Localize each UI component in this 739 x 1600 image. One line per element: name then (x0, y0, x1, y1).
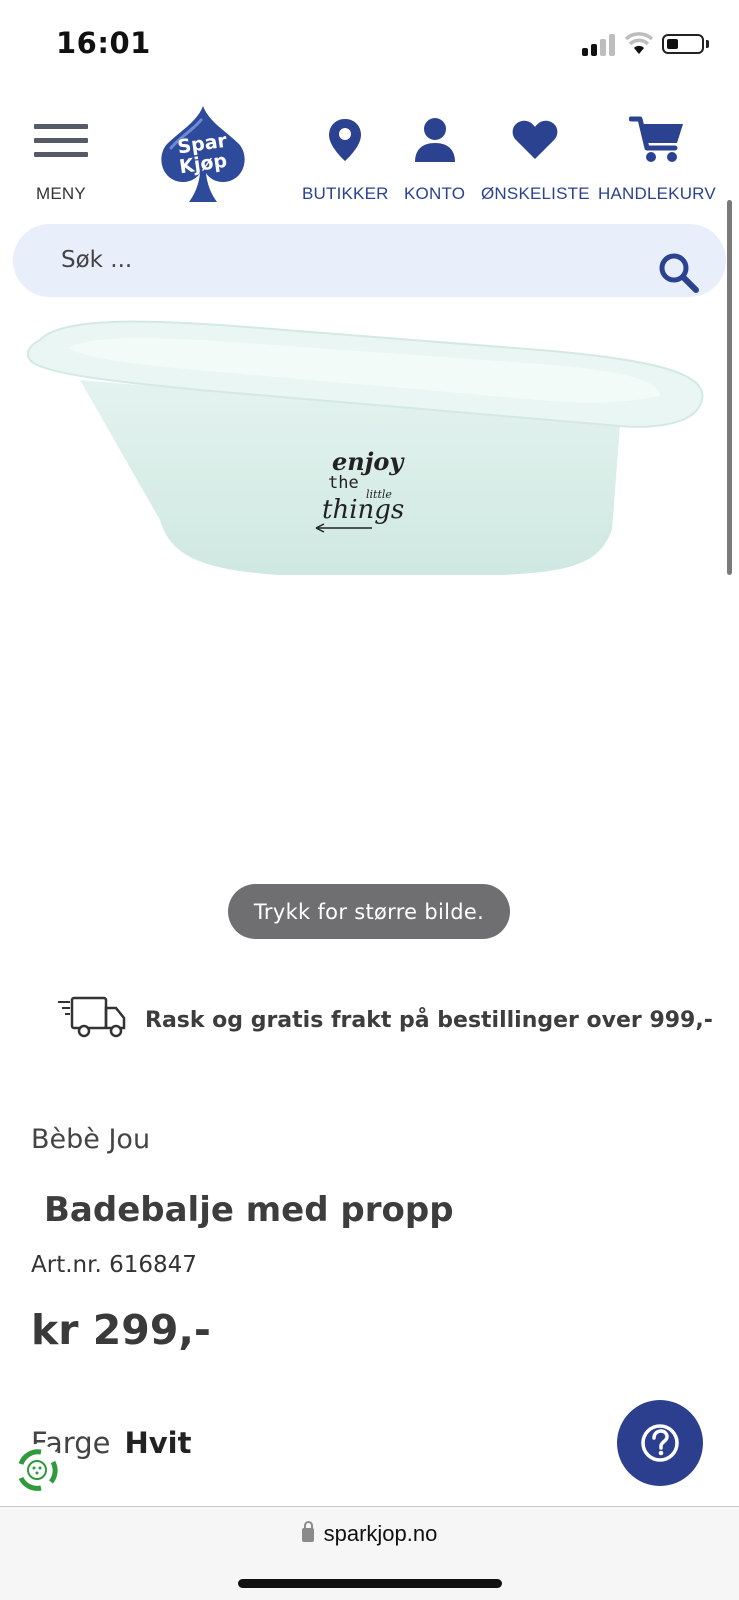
product-title: Badebalje med propp (44, 1190, 454, 1230)
battery-icon (662, 34, 704, 54)
shipping-text: Rask og gratis frakt på bestillinger ove… (145, 1008, 713, 1033)
delivery-truck-icon (58, 996, 126, 1038)
cart-icon (628, 100, 685, 180)
svg-text:enjoy: enjoy (332, 447, 405, 476)
lock-icon (301, 1521, 314, 1542)
location-pin-icon (327, 100, 363, 180)
question-mark-icon (641, 1424, 679, 1462)
status-bar: 16:01 (0, 0, 739, 90)
enlarge-image-hint[interactable]: Trykk for større bilde. (228, 884, 510, 939)
page-scrollbar[interactable] (727, 200, 732, 575)
svg-text:things: things (322, 495, 404, 525)
nav-onskeliste[interactable]: ØNSKELISTE (481, 100, 590, 204)
search-icon[interactable] (656, 250, 700, 294)
address-bar[interactable]: sparkjop.no (0, 1521, 739, 1547)
product-brand[interactable]: Bèbè Jou (31, 1124, 150, 1155)
help-button[interactable] (617, 1400, 703, 1486)
nav-label-konto: KONTO (404, 184, 466, 203)
heart-icon (511, 100, 559, 180)
user-icon (413, 100, 457, 180)
search-bar (13, 224, 726, 297)
spar-kjop-logo[interactable]: Spar Kjøp (157, 104, 249, 204)
wifi-icon (624, 32, 654, 54)
nav-label-handlekurv: HANDLEKURV (598, 184, 716, 203)
svg-text:the: the (328, 473, 359, 493)
menu-button[interactable]: MENY (34, 100, 88, 204)
nav-butikker[interactable]: BUTIKKER (302, 100, 389, 204)
menu-label: MENY (36, 184, 86, 203)
url-text: sparkjop.no (323, 1521, 438, 1546)
status-time: 16:01 (56, 26, 151, 60)
product-image[interactable]: enjoy the little things (20, 320, 720, 590)
nav-label-butikker: BUTIKKER (302, 184, 389, 203)
hamburger-menu-icon (34, 100, 88, 180)
search-input[interactable] (61, 240, 621, 280)
nav-label-onskeliste: ØNSKELISTE (481, 184, 590, 203)
browser-bottom-bar: sparkjop.no (0, 1506, 739, 1600)
site-header: MENY BUTIKKER KONTO ØNSKELISTE HANDLEKUR… (0, 100, 739, 215)
nav-konto[interactable]: KONTO (404, 100, 465, 204)
recycle-badge-icon[interactable] (11, 1444, 63, 1496)
article-number: Art.nr. 616847 (31, 1252, 197, 1278)
nav-handlekurv[interactable]: HANDLEKURV (598, 100, 716, 204)
home-indicator[interactable] (238, 1579, 502, 1588)
cellular-signal-icon (582, 34, 616, 56)
product-price: kr 299,- (31, 1306, 211, 1354)
color-value: Hvit (124, 1426, 192, 1460)
shipping-info: Rask og gratis frakt på bestillinger ove… (56, 996, 726, 1046)
